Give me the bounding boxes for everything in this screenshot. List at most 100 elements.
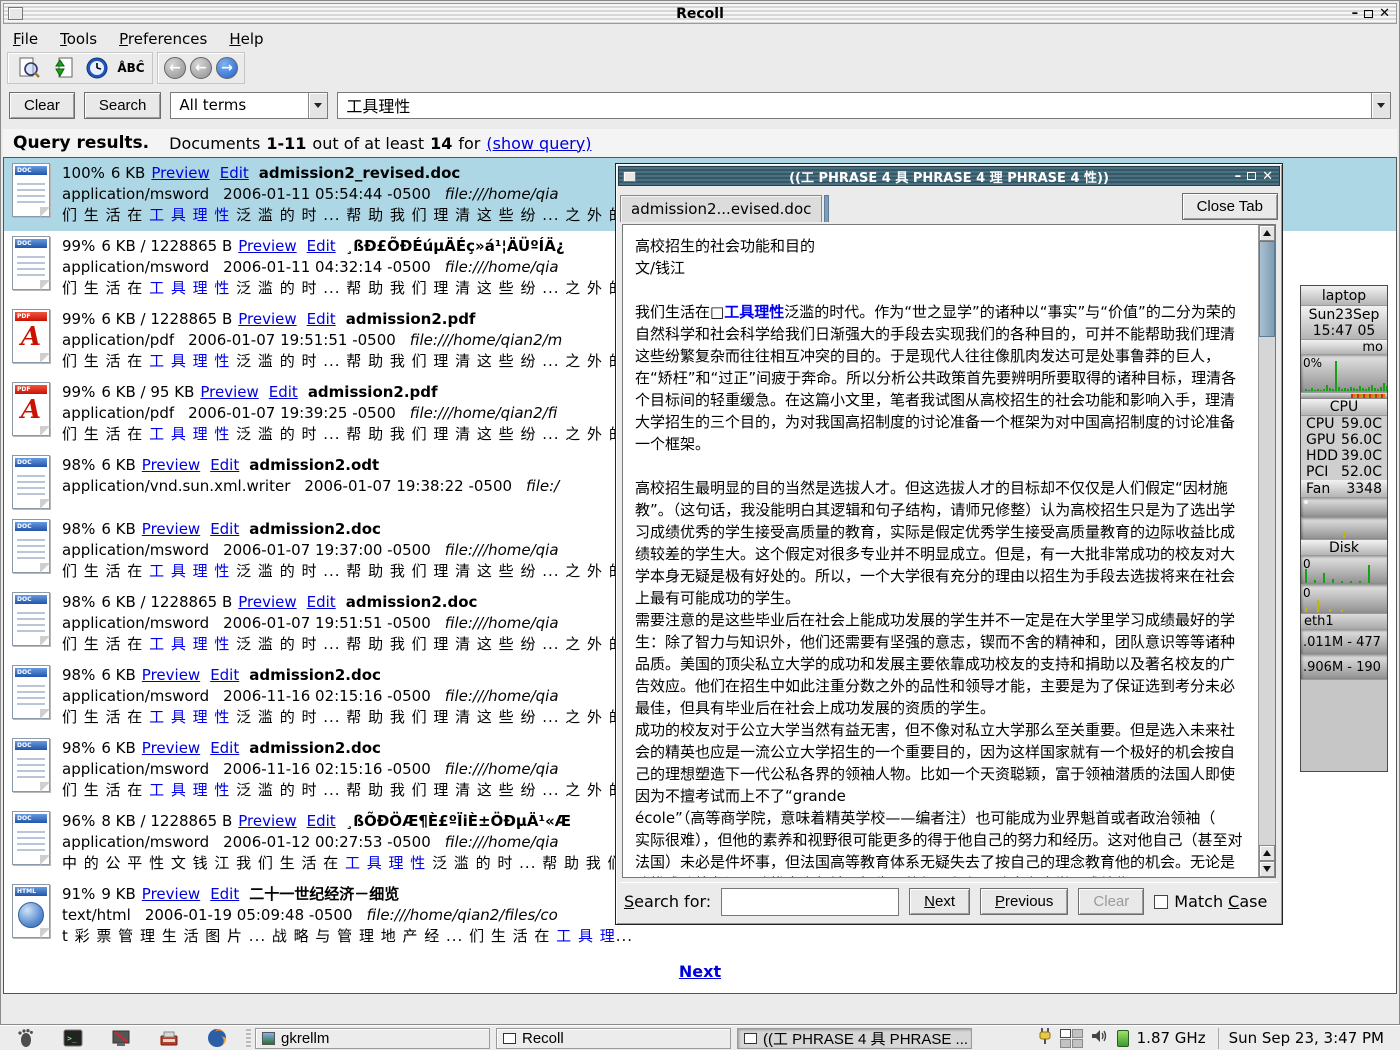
task-button-1[interactable]: gkrellm: [255, 1028, 490, 1049]
pdf-file-icon: PDFA: [12, 309, 50, 363]
result-mimetype: application/msword: [62, 614, 209, 632]
taskbar-handle[interactable]: [246, 1029, 251, 1048]
net-rx-readout: .011M - 477: [1301, 630, 1387, 655]
menu-help[interactable]: Help: [229, 30, 263, 48]
disk-write-chart[interactable]: 0: [1301, 585, 1387, 614]
disk-section-title[interactable]: Disk: [1301, 540, 1387, 556]
close-icon[interactable]: ✕: [1379, 7, 1390, 20]
next-page-icon[interactable]: →: [216, 57, 238, 79]
edit-link[interactable]: Edit: [210, 739, 239, 757]
find-next-button[interactable]: Next: [909, 888, 970, 915]
preview-link[interactable]: Preview: [142, 520, 200, 538]
menu-file[interactable]: File: [13, 30, 38, 48]
first-page-icon[interactable]: ←: [164, 57, 186, 79]
window-title: Recoll: [4, 6, 1396, 22]
preview-link[interactable]: Preview: [238, 237, 296, 255]
net-interface-label[interactable]: eth1: [1301, 614, 1387, 630]
preview-highlight: 工具理性: [724, 303, 784, 321]
prev-page-icon[interactable]: ←: [190, 57, 212, 79]
match-case-checkbox[interactable]: [1154, 895, 1168, 909]
taskbar-clock[interactable]: Sun Sep 23, 3:47 PM: [1218, 1028, 1394, 1049]
preview-link[interactable]: Preview: [151, 164, 209, 182]
preview-link[interactable]: Preview: [142, 456, 200, 474]
edit-link[interactable]: Edit: [210, 520, 239, 538]
edit-link[interactable]: Edit: [307, 593, 336, 611]
scroll-down-icon[interactable]: [1259, 861, 1275, 877]
edit-link[interactable]: Edit: [210, 456, 239, 474]
volume-icon[interactable]: [1091, 1028, 1109, 1048]
svg-text:>_: >_: [67, 1034, 77, 1043]
task-button-3[interactable]: ((工 PHRASE 4 具 PHRASE ...: [737, 1028, 972, 1049]
chart-spike: [1344, 388, 1346, 391]
toolbar: ÅBĈ ← ← →: [3, 51, 1397, 85]
sort-parameters-icon[interactable]: [48, 55, 78, 81]
preview-link[interactable]: Preview: [142, 666, 200, 684]
preview-link[interactable]: Preview: [200, 383, 258, 401]
preview-titlebar[interactable]: ((工 PHRASE 4 具 PHRASE 4 理 PHRASE 4 性)) –…: [618, 166, 1280, 186]
preview-close-icon[interactable]: ✕: [1262, 170, 1273, 183]
preview-minimize-icon[interactable]: –: [1235, 170, 1242, 183]
edit-link[interactable]: Edit: [269, 383, 298, 401]
scroll-up2-icon[interactable]: [1259, 845, 1275, 861]
preview-tab[interactable]: admission2...evised.doc: [620, 195, 822, 222]
pdf-logo: A: [13, 395, 49, 425]
show-query-link[interactable]: (show query): [486, 134, 591, 153]
workspace-switcher[interactable]: [1060, 1029, 1083, 1048]
snippet-highlight: 工 具 理 性: [149, 635, 230, 653]
task-button-2[interactable]: Recoll: [496, 1028, 731, 1049]
disk-read-chart[interactable]: 0: [1301, 556, 1387, 585]
preview-link[interactable]: Preview: [238, 310, 296, 328]
chart-spike: [1305, 608, 1307, 612]
maximize-icon[interactable]: [1364, 10, 1373, 18]
typewriter-launcher-icon[interactable]: [158, 1028, 180, 1048]
result-size: 6 KB / 95 KB: [101, 383, 194, 401]
result-mimetype: application/vnd.sun.xml.writer: [62, 477, 290, 495]
menu-tools[interactable]: Tools: [60, 30, 97, 48]
preview-link[interactable]: Preview: [142, 885, 200, 903]
power-plug-icon[interactable]: [1038, 1027, 1052, 1049]
term-explorer-icon[interactable]: ÅBĈ: [116, 55, 146, 81]
close-tab-button[interactable]: Close Tab: [1182, 193, 1278, 220]
query-history-chevron-icon[interactable]: [1371, 93, 1390, 118]
menu-preferences[interactable]: Preferences: [119, 30, 207, 48]
gkrellm-clock[interactable]: Sun23Sep15:47 05: [1301, 306, 1387, 340]
gnome-menu-icon[interactable]: [14, 1028, 36, 1048]
edit-link[interactable]: Edit: [307, 310, 336, 328]
minimize-icon[interactable]: –: [1352, 7, 1359, 20]
preview-scrollbar[interactable]: [1258, 225, 1275, 877]
gkrellm-hostname[interactable]: laptop: [1301, 286, 1387, 306]
result-total: 14: [430, 134, 452, 153]
file-icon-lines: [17, 179, 45, 206]
next-results-link[interactable]: Next: [679, 962, 721, 981]
cpufreq-icon[interactable]: [1117, 1030, 1129, 1047]
clear-button[interactable]: Clear: [9, 92, 75, 119]
edit-link[interactable]: Edit: [307, 237, 336, 255]
edit-link[interactable]: Edit: [220, 164, 249, 182]
temps-section-title[interactable]: CPU: [1301, 399, 1387, 416]
for-word: for: [458, 134, 480, 153]
recoll-titlebar[interactable]: Recoll – ✕: [3, 3, 1397, 24]
edit-link[interactable]: Edit: [307, 812, 336, 830]
preview-maximize-icon[interactable]: [1247, 172, 1256, 180]
search-button[interactable]: Search: [84, 92, 162, 119]
result-mimetype: application/msword: [62, 687, 209, 705]
scroll-up-icon[interactable]: [1259, 225, 1275, 241]
scrollbar-thumb[interactable]: [1259, 241, 1275, 337]
advanced-search-icon[interactable]: [14, 55, 44, 81]
find-clear-button[interactable]: Clear: [1078, 888, 1144, 915]
edit-link[interactable]: Edit: [210, 666, 239, 684]
search-mode-select[interactable]: All terms: [170, 92, 328, 119]
cpu-usage-chart[interactable]: 0%: [1301, 355, 1387, 393]
firefox-launcher-icon[interactable]: [206, 1028, 228, 1048]
find-previous-button[interactable]: Previous: [980, 888, 1068, 915]
search-input[interactable]: [338, 93, 1371, 118]
preview-link[interactable]: Preview: [238, 812, 296, 830]
terminal-launcher-icon[interactable]: >_: [62, 1028, 84, 1048]
find-input[interactable]: [721, 888, 899, 916]
edit-link[interactable]: Edit: [210, 885, 239, 903]
display-off-launcher-icon[interactable]: [110, 1028, 132, 1048]
document-history-icon[interactable]: [82, 55, 112, 81]
preview-link[interactable]: Preview: [142, 739, 200, 757]
preview-link[interactable]: Preview: [238, 593, 296, 611]
chevron-down-icon[interactable]: [308, 93, 327, 118]
